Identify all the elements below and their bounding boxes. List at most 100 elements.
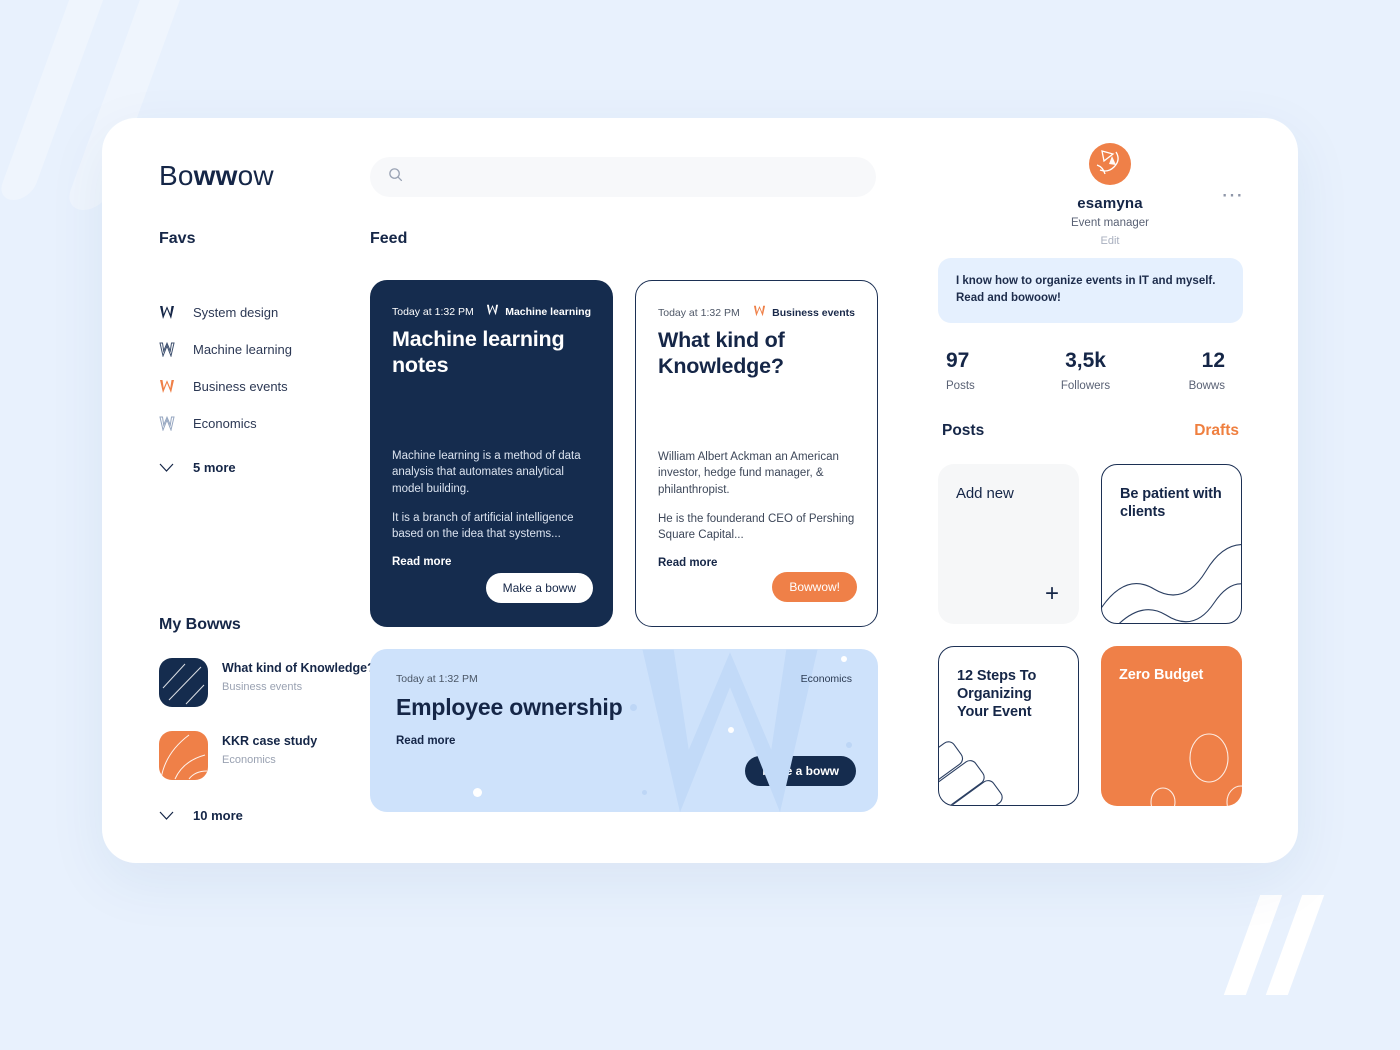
- bow-title: What kind of Knowledge?: [222, 661, 375, 675]
- sidebar-item-business-events[interactable]: Business events: [159, 368, 369, 405]
- sidebar-favs-more-label: 5 more: [193, 460, 236, 475]
- bowwow-mark-outline-dark-icon: [159, 342, 181, 357]
- profile-panel: I know how to organize events in IT and …: [938, 230, 1243, 806]
- sidebar-item-economics[interactable]: Economics: [159, 405, 369, 442]
- sidebar-item-label: Economics: [193, 416, 257, 431]
- card-header: Today at 1:32 PM Business events: [658, 305, 855, 320]
- app-logo[interactable]: Bowwow: [159, 160, 274, 192]
- profile-bio: I know how to organize events in IT and …: [938, 258, 1243, 323]
- make-a-boww-button[interactable]: Make a boww: [485, 573, 593, 603]
- read-more-link[interactable]: Read more: [392, 556, 593, 568]
- feed-card-what-kind-of-knowledge[interactable]: Today at 1:32 PM Business events What ki…: [635, 280, 878, 627]
- dot-decoration: [642, 790, 647, 795]
- read-more-link[interactable]: Read more: [396, 735, 852, 747]
- card-title: What kind of Knowledge?: [658, 328, 785, 378]
- search-bar[interactable]: [370, 157, 876, 197]
- app-window: Bowwow esamyna Event manager Edit ⋯ Favs…: [102, 118, 1298, 863]
- card-category-tag: Machine learning: [486, 304, 591, 319]
- tile-title: 12 Steps To Organizing Your Event: [957, 667, 1037, 721]
- feed-column: Feed Today at 1:32 PM Machine learning M…: [370, 230, 878, 812]
- sidebar-item-label: System design: [193, 305, 279, 320]
- sidebar-my-bowws: My Bowws What kind of Knowledge? Busines…: [159, 616, 379, 823]
- stat-label: Bowws: [1188, 379, 1225, 392]
- logo-suffix: ow: [237, 160, 274, 191]
- card-timestamp: Today at 1:32 PM: [658, 306, 740, 319]
- list-item-text: What kind of Knowledge? Business events: [222, 658, 375, 693]
- wide-card-header: Today at 1:32 PM Economics: [396, 673, 852, 685]
- dark-stripes-thumb-icon: [159, 658, 208, 707]
- bowwow-mark-solid-dark-icon: [159, 305, 181, 320]
- tile-zero-budget[interactable]: Zero Budget: [1101, 645, 1242, 806]
- sidebar-favs-list: System design Machine learning Business …: [159, 294, 369, 475]
- list-item-text: KKR case study Economics: [222, 731, 317, 766]
- dot-decoration: [841, 656, 847, 662]
- card-paragraph-2: He is the founderand CEO of Pershing Squ…: [658, 512, 855, 542]
- tile-title: Add new: [956, 484, 1014, 502]
- feed-card-machine-learning[interactable]: Today at 1:32 PM Machine learning Machin…: [370, 280, 613, 627]
- bowwow-mark-outline-light-icon: [159, 416, 181, 431]
- profile-role: Event manager: [1071, 217, 1149, 229]
- tile-title: Zero Budget: [1119, 666, 1204, 683]
- bow-category: Economics: [222, 754, 276, 766]
- bow-title: KKR case study: [222, 734, 318, 748]
- background-diagonal-1: [0, 0, 118, 200]
- chevron-down-icon: [159, 811, 181, 820]
- card-title: Machine learning notes: [392, 327, 565, 377]
- card-tag-label: Business events: [772, 306, 855, 319]
- card-header: Today at 1:32 PM Machine learning: [392, 304, 591, 319]
- profile-tabs: Posts Drafts: [938, 422, 1243, 440]
- plus-icon[interactable]: +: [1045, 581, 1059, 606]
- logo-bold: ww: [193, 160, 238, 191]
- sidebar-item-label: Machine learning: [193, 342, 293, 357]
- bowwow-mark-white-icon: [486, 304, 499, 319]
- tile-be-patient-with-clients[interactable]: Be patient with clients: [1101, 463, 1242, 624]
- sidebar-item-label: Business events: [193, 379, 288, 394]
- card-timestamp: Today at 1:32 PM: [396, 673, 478, 685]
- sidebar-favs-more[interactable]: 5 more: [159, 460, 369, 475]
- card-body: Machine learning is a method of data ana…: [392, 448, 593, 568]
- card-tag-label: Machine learning: [505, 305, 591, 318]
- card-category-tag: Business events: [753, 305, 855, 320]
- feed-title: Feed: [370, 230, 408, 247]
- avatar[interactable]: [1089, 143, 1131, 185]
- dot-decoration: [728, 727, 734, 733]
- stat-value: 97: [946, 348, 970, 372]
- my-bowws-title: My Bowws: [159, 616, 241, 633]
- tile-title: Be patient with clients: [1120, 485, 1222, 520]
- sidebar-item-machine-learning[interactable]: Machine learning: [159, 331, 369, 368]
- tab-drafts[interactable]: Drafts: [1194, 422, 1239, 440]
- sidebar-item-system-design[interactable]: System design: [159, 294, 369, 331]
- list-item[interactable]: What kind of Knowledge? Business events: [159, 658, 379, 707]
- card-paragraph-1: Machine learning is a method of data ana…: [392, 450, 581, 495]
- tab-posts[interactable]: Posts: [942, 422, 984, 440]
- bowwow-mark-solid-orange-icon: [159, 379, 181, 394]
- dot-decoration: [473, 788, 482, 797]
- logo-prefix: Bo: [159, 160, 194, 191]
- bow-category: Business events: [222, 681, 303, 693]
- orange-curves-thumb-icon: [159, 731, 208, 780]
- stat-label: Posts: [946, 379, 975, 392]
- tile-add-new[interactable]: Add new +: [938, 463, 1079, 624]
- search-icon: [388, 167, 403, 187]
- profile-username: esamyna: [1077, 195, 1143, 212]
- profile-tile-grid: Add new + Be patient with clients 12 Ste…: [938, 463, 1243, 806]
- sidebar-bowws-more[interactable]: 10 more: [159, 808, 379, 823]
- stat-value: 12: [1201, 348, 1225, 372]
- read-more-link[interactable]: Read more: [658, 557, 857, 569]
- more-horizontal-icon[interactable]: ⋯: [1221, 184, 1245, 206]
- chevron-down-icon: [159, 463, 181, 472]
- bowwow-button[interactable]: Bowwow!: [772, 572, 857, 602]
- card-paragraph-1: William Albert Ackman an American invest…: [658, 451, 839, 496]
- list-item[interactable]: KKR case study Economics: [159, 731, 379, 780]
- stat-followers: 3,5k Followers: [1039, 349, 1132, 392]
- card-category-tag: Economics: [800, 673, 852, 685]
- feed-card-employee-ownership[interactable]: Today at 1:32 PM Economics Employee owne…: [370, 649, 878, 812]
- search-input[interactable]: [413, 169, 858, 185]
- sidebar-favs-title: Favs: [159, 230, 196, 247]
- tile-12-steps[interactable]: 12 Steps To Organizing Your Event: [938, 645, 1079, 806]
- top-bar: Bowwow esamyna Event manager Edit ⋯: [102, 118, 1298, 247]
- stat-bowws: 12 Bowws: [1132, 349, 1243, 392]
- card-timestamp: Today at 1:32 PM: [392, 305, 474, 318]
- card-body: William Albert Ackman an American invest…: [658, 449, 857, 569]
- stat-label: Followers: [1060, 379, 1111, 392]
